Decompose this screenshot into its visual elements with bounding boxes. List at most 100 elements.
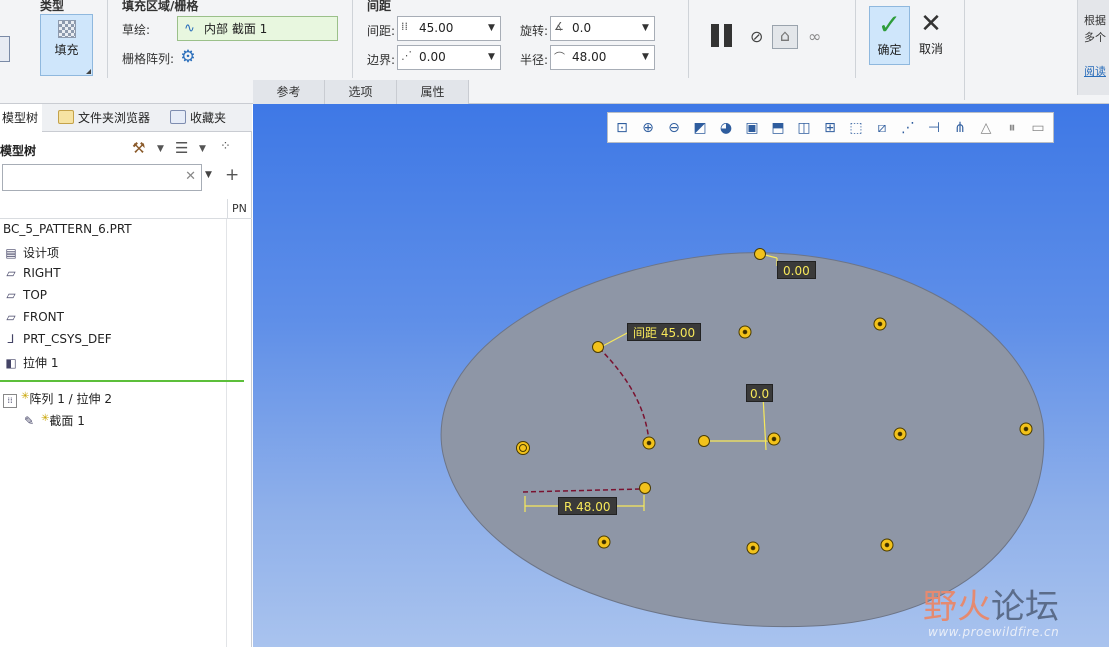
graphics-window[interactable]: 0.00 间距 45.00 0.0 R 48.00 ⊡ ⊕ ⊖ ◩ ◕ ▣ ⬒ …: [253, 104, 1109, 647]
tree-item-csys[interactable]: ⅃ PRT_CSYS_DEF: [3, 332, 112, 352]
model-tree-toolbar: 模型树 ⚒ ▼ ☰ ▼ ⁘: [0, 138, 252, 162]
chevron-down-icon[interactable]: ▼: [157, 144, 164, 154]
tree-item-section-1[interactable]: ✎ ✳截面 1: [21, 412, 85, 432]
border-dimension-tag[interactable]: 0.00: [777, 261, 816, 279]
points-display-icon[interactable]: ⋔: [950, 118, 970, 138]
axes-display-icon[interactable]: ⋰: [898, 118, 918, 138]
watermark-url: www.proewildfire.cn: [928, 625, 1060, 639]
tree-item-label: 拉伸 1: [23, 356, 59, 370]
part-surface: [440, 252, 1045, 628]
tree-item-label: 阵列 1 / 拉伸 2: [29, 392, 112, 406]
help-read-link[interactable]: 阅读: [1084, 63, 1109, 80]
tree-settings-icon[interactable]: ⚒: [132, 139, 145, 157]
csys-display-icon[interactable]: ⊣: [924, 118, 944, 138]
spacing-value: 45.00: [419, 21, 454, 35]
tree-item-pattern-1[interactable]: ⁞⁞ ✳阵列 1 / 拉伸 2: [3, 390, 112, 410]
rotation-angle-icon: ∡: [554, 20, 564, 33]
type-group-title: 类型: [40, 0, 65, 13]
planes-display-icon[interactable]: ⧄: [872, 118, 892, 138]
close-icon: ✕: [920, 9, 942, 39]
tree-item-design-items[interactable]: ▤ 设计项: [3, 244, 59, 264]
csys-icon: ⅃: [7, 332, 15, 346]
tree-column-header: PN: [0, 199, 252, 219]
saved-views-icon[interactable]: ▣: [742, 118, 762, 138]
spacing-dimension-tag[interactable]: 间距 45.00: [627, 323, 702, 341]
tab-favorites[interactable]: 收藏夹: [168, 104, 226, 132]
navigator-panel: 模型树 文件夹浏览器 收藏夹 模型树 ⚒ ▼ ☰ ▼ ⁘ ✕ ▼ + PN BC…: [0, 104, 252, 647]
verify-preview-icon[interactable]: ⌂: [772, 25, 798, 49]
sketch-label: 草绘:: [122, 23, 151, 37]
radius-combo[interactable]: ⌒ 48.00 ▼: [550, 45, 655, 70]
clear-icon[interactable]: ✕: [185, 169, 196, 184]
chevron-down-icon[interactable]: ▼: [485, 21, 498, 36]
view-manager-icon[interactable]: ⬒: [768, 118, 788, 138]
model-viewport[interactable]: [253, 104, 1109, 647]
rotation-combo[interactable]: ∡ 0.0 ▼: [550, 16, 655, 41]
tab-properties[interactable]: 属性: [397, 80, 469, 104]
tree-item-front[interactable]: ▱ FRONT: [3, 310, 64, 330]
grid-pattern-gear-icon[interactable]: ⚙: [177, 47, 199, 69]
cancel-button[interactable]: ✕ 取消: [912, 6, 950, 65]
tree-item-top[interactable]: ▱ TOP: [3, 288, 47, 308]
perspective-icon[interactable]: ◫: [794, 118, 814, 138]
fill-type-button[interactable]: 填充: [40, 14, 93, 76]
spacing-label: 间距:: [367, 24, 396, 38]
radius-arc-icon: ⌒: [554, 51, 565, 64]
pattern-icon: ⁞⁞: [3, 394, 17, 408]
repaint-icon[interactable]: ◩: [690, 118, 710, 138]
help-panel: 根据 多个 阅读: [1077, 0, 1109, 95]
annotation-display-icon[interactable]: △: [976, 118, 996, 138]
tab-references[interactable]: 参考: [253, 80, 325, 104]
pause-regen-icon[interactable]: ⏸: [1002, 118, 1022, 138]
column-pn[interactable]: PN: [227, 199, 252, 219]
folder-icon: [58, 110, 74, 124]
tree-item-label: BC_5_PATTERN_6.PRT: [3, 222, 132, 236]
forum-watermark: 野火论坛 www.proewildfire.cn: [923, 579, 1109, 647]
insert-here-line[interactable]: [0, 380, 244, 382]
spin-center-icon[interactable]: ⊞: [820, 118, 840, 138]
sketch-icon: ✎: [23, 414, 35, 428]
chevron-down-icon[interactable]: ▼: [639, 50, 652, 65]
tree-columns-icon[interactable]: ☰: [175, 139, 188, 157]
navigator-tabs: 模型树 文件夹浏览器 收藏夹: [0, 104, 252, 133]
pause-bar: [724, 24, 732, 47]
tree-item-extrude-1[interactable]: ◧ 拉伸 1: [3, 354, 58, 374]
tab-model-tree[interactable]: 模型树: [0, 104, 43, 133]
show-filter-icon[interactable]: ⁘: [220, 139, 231, 154]
tree-item-part[interactable]: BC_5_PATTERN_6.PRT: [3, 222, 132, 242]
rotation-value: 0.0: [572, 21, 592, 35]
tree-item-label: FRONT: [23, 310, 64, 324]
sketch-collector[interactable]: ∿ 内部 截面 1: [177, 16, 338, 41]
zoom-in-icon[interactable]: ⊕: [638, 118, 658, 138]
radius-label: 半径:: [520, 53, 549, 67]
fill-group-title: 填充区域/栅格: [122, 0, 199, 13]
rotation-dimension-tag[interactable]: 0.0: [746, 384, 774, 402]
refit-icon[interactable]: ⊡: [612, 118, 632, 138]
chevron-down-icon[interactable]: ▼: [485, 50, 498, 65]
tab-favorites-label: 收藏夹: [190, 111, 227, 125]
tree-item-right[interactable]: ▱ RIGHT: [3, 266, 61, 286]
chevron-down-icon[interactable]: ▼: [199, 144, 206, 154]
ok-button[interactable]: ✓ 确定: [869, 6, 910, 65]
tree-item-label: RIGHT: [23, 266, 61, 280]
zoom-out-icon[interactable]: ⊖: [664, 118, 684, 138]
chevron-down-icon[interactable]: ▼: [205, 170, 212, 180]
border-combo[interactable]: ⋰ 0.00 ▼: [397, 45, 501, 70]
spacing-combo[interactable]: ⁞⁞ 45.00 ▼: [397, 16, 501, 41]
no-preview-icon[interactable]: ⊘: [750, 27, 763, 46]
tab-options[interactable]: 选项: [325, 80, 397, 104]
display-style-icon[interactable]: ◕: [716, 118, 736, 138]
radius-dimension-tag[interactable]: R 48.00: [558, 497, 617, 515]
glasses-preview-icon[interactable]: ∞: [808, 27, 821, 46]
border-icon: ⋰: [401, 49, 412, 62]
orient-icon[interactable]: ⬚: [846, 118, 866, 138]
add-icon[interactable]: +: [225, 165, 239, 185]
chevron-down-icon[interactable]: ▼: [639, 21, 652, 36]
zoom-window-icon[interactable]: ▭: [1028, 118, 1048, 138]
pause-button[interactable]: [709, 24, 735, 48]
rotation-label: 旋转:: [520, 24, 549, 38]
tree-item-label: PRT_CSYS_DEF: [23, 332, 112, 346]
tree-search-input[interactable]: ✕: [2, 164, 202, 191]
feature-icon[interactable]: [0, 36, 10, 62]
tab-folder-browser[interactable]: 文件夹浏览器: [56, 104, 150, 132]
